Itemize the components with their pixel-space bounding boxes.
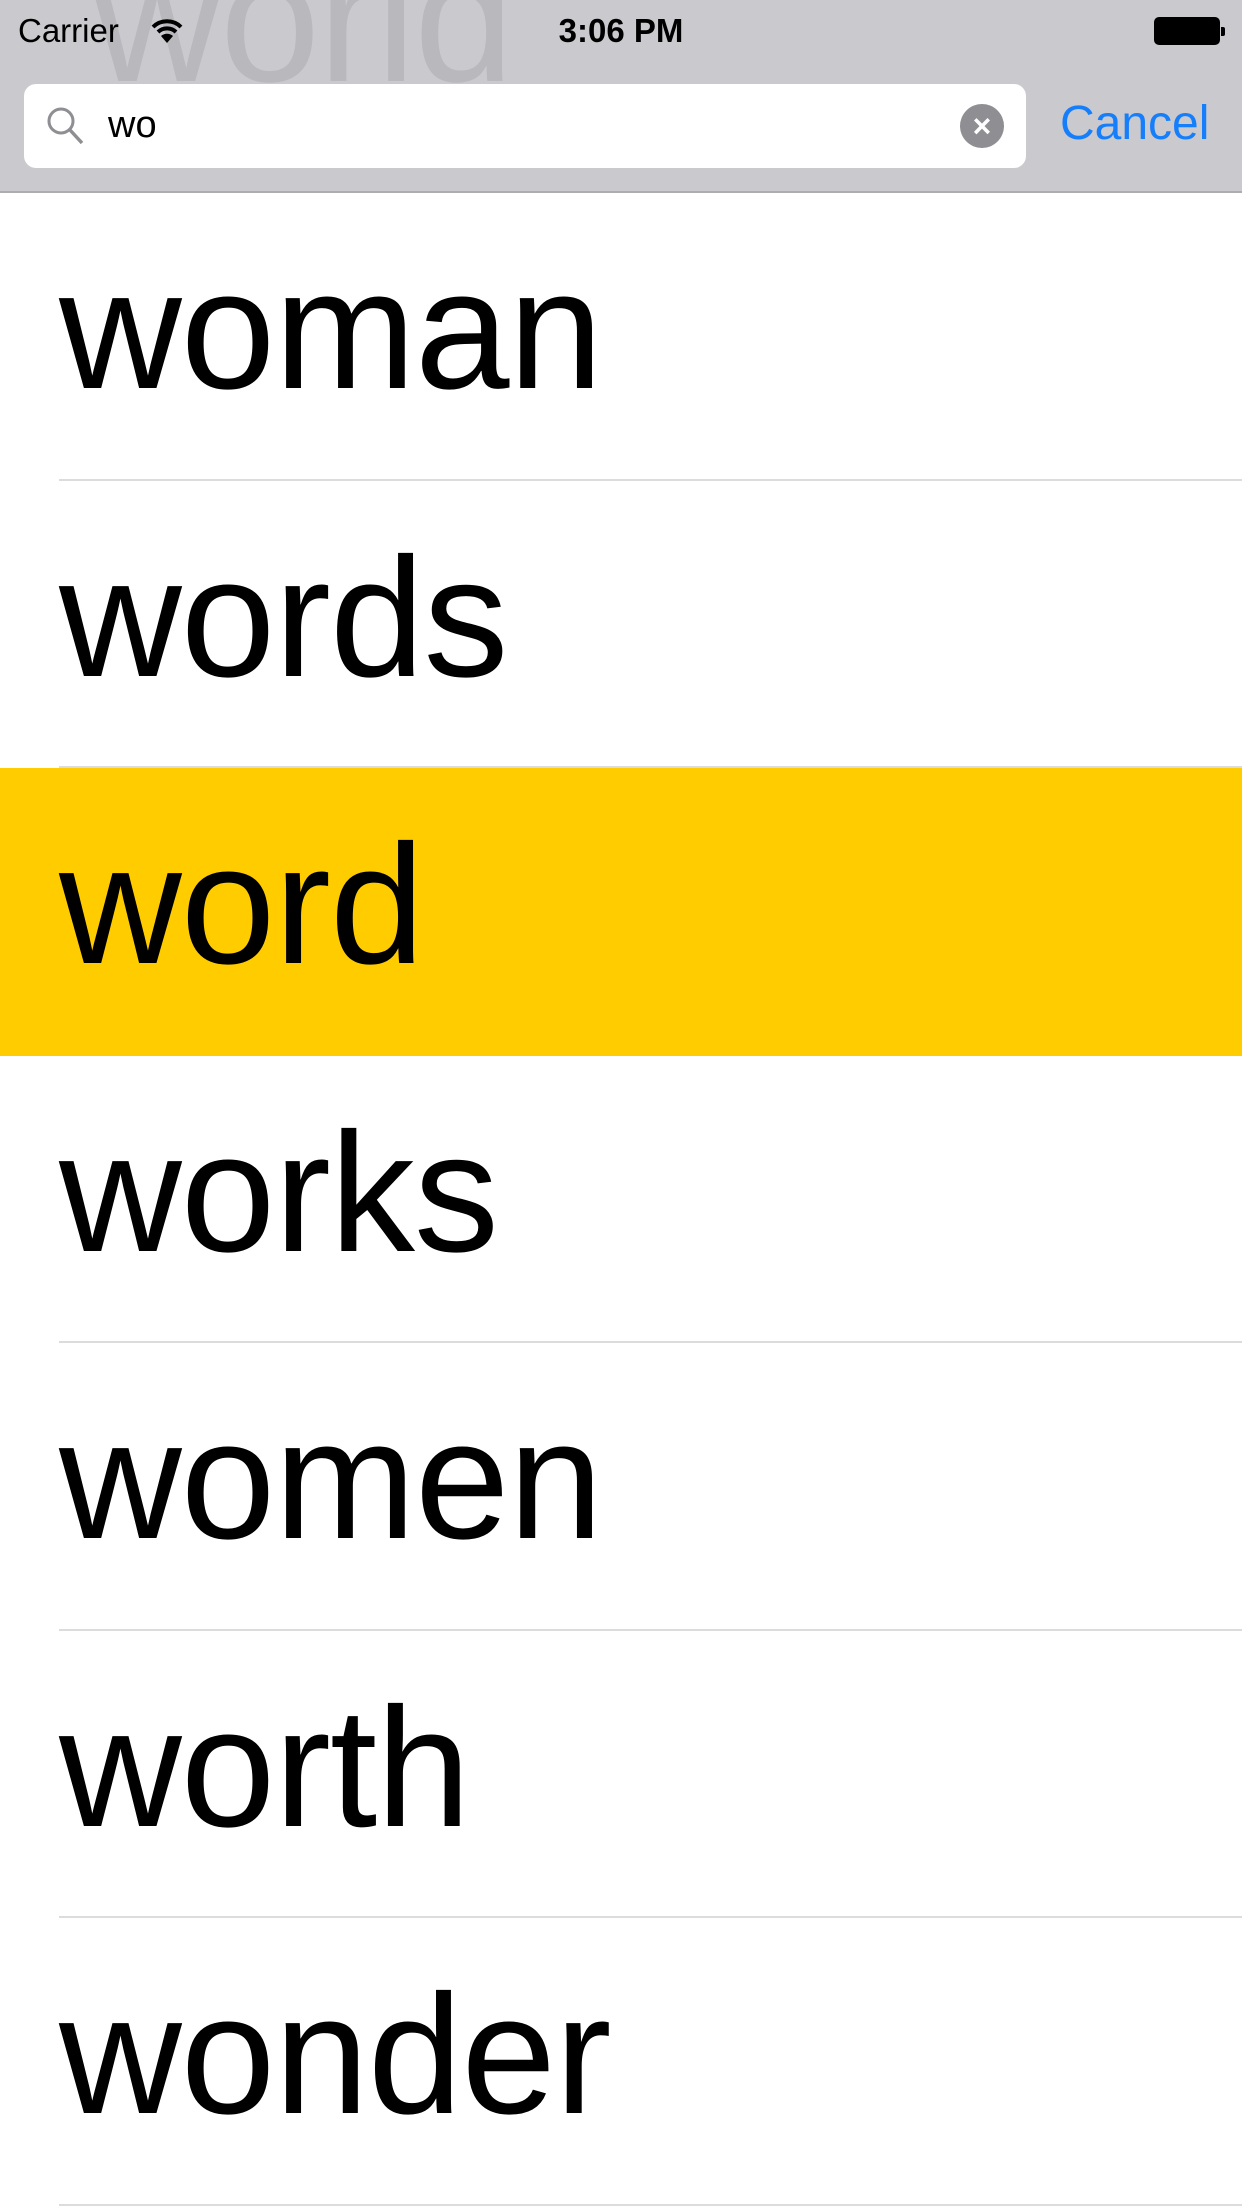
battery-icon — [1154, 17, 1225, 45]
status-bar: Carrier 3:06 PM — [0, 0, 1242, 60]
results-list: woman words word works women worth wonde… — [0, 193, 1242, 2206]
word-label: women — [59, 1385, 603, 1575]
divider — [59, 2203, 1242, 2206]
list-item[interactable]: worth — [0, 1631, 1242, 1918]
search-field[interactable]: wo × — [24, 84, 1026, 168]
search-icon — [46, 106, 86, 151]
word-label: worth — [59, 1672, 471, 1863]
list-item[interactable]: works — [0, 1056, 1242, 1343]
list-item[interactable]: wonder — [0, 1918, 1242, 2206]
list-item[interactable]: women — [0, 1343, 1242, 1631]
list-item-selected[interactable]: word — [0, 768, 1242, 1056]
word-label: wonder — [59, 1960, 612, 2150]
word-label: words — [59, 522, 508, 713]
search-input[interactable]: wo — [108, 104, 157, 147]
clear-icon[interactable]: × — [960, 104, 1004, 148]
word-label: woman — [59, 235, 603, 425]
word-label: word — [59, 810, 424, 1000]
list-item[interactable]: woman — [0, 193, 1242, 481]
cancel-button[interactable]: Cancel — [1060, 96, 1209, 151]
word-label: works — [59, 1097, 499, 1288]
search-header: world Carrier 3:06 PM wo × Cancel — [0, 0, 1242, 193]
list-item[interactable]: words — [0, 481, 1242, 768]
clock: 3:06 PM — [558, 12, 684, 49]
